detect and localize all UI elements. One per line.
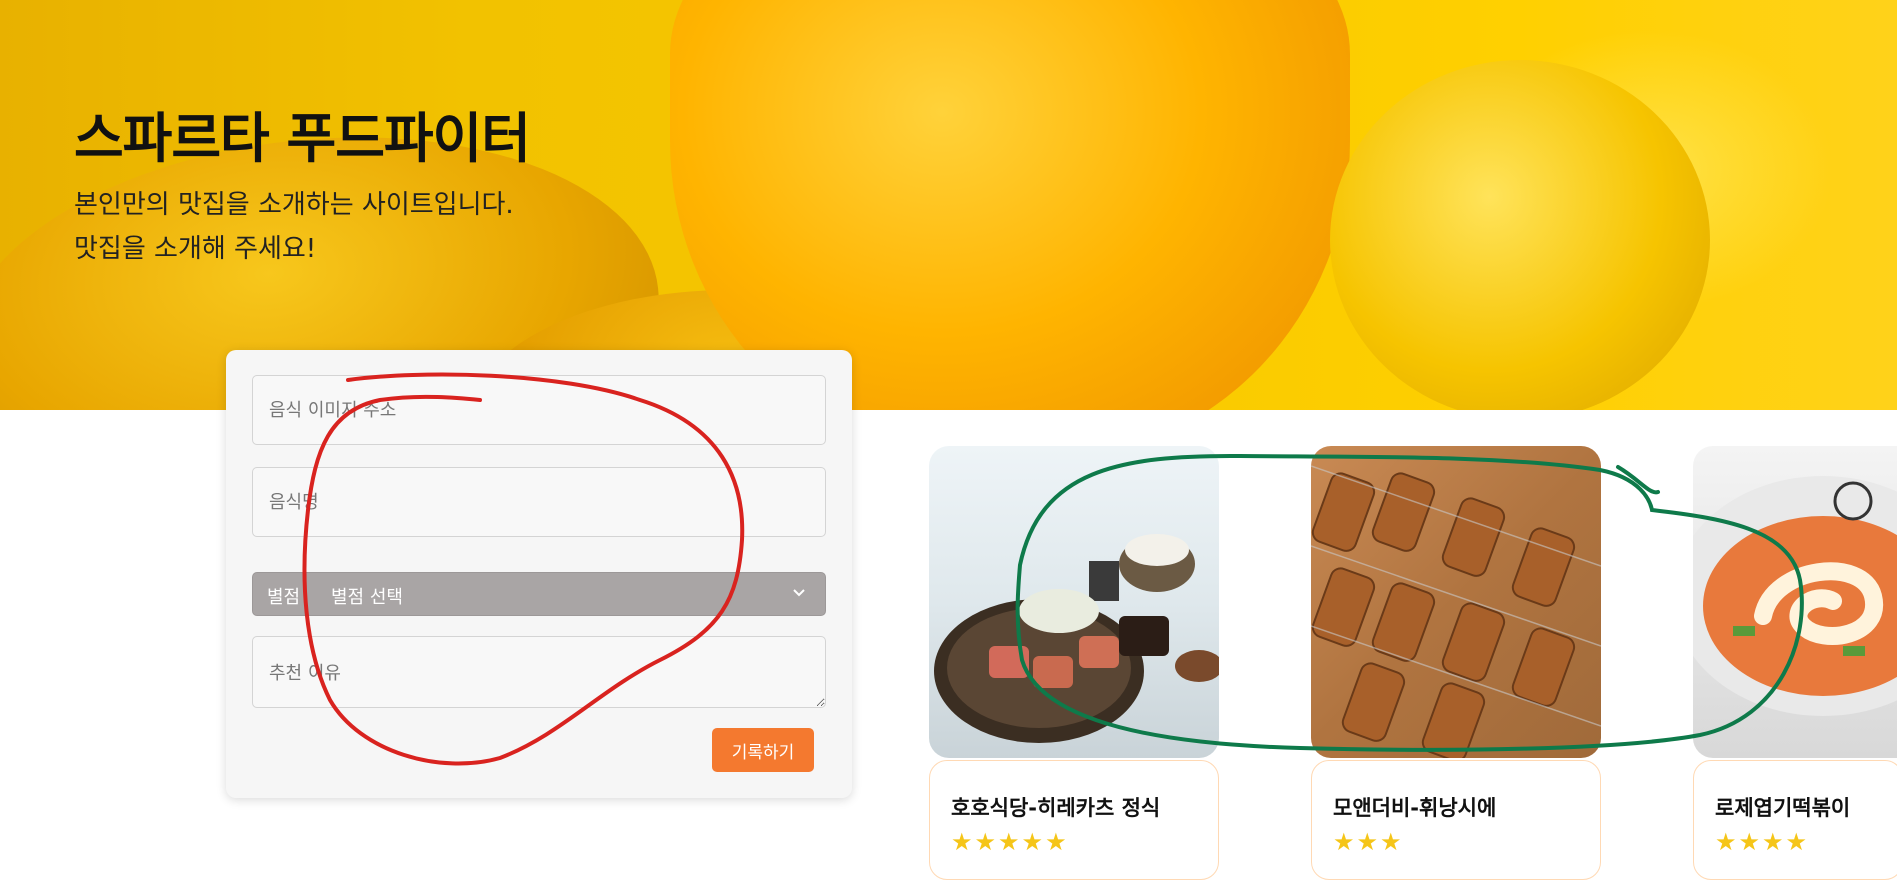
food-image [929,446,1219,758]
food-name-input[interactable] [252,467,826,537]
star-rating: ★★★★★ [951,828,1069,856]
submit-button[interactable]: 기록하기 [712,728,814,772]
rating-label: 별점 [267,587,301,608]
reason-textarea[interactable] [252,636,826,708]
hero-subtitle: 본인만의 맛집을 소개하는 사이트입니다. [74,190,514,220]
chevron-down-icon [793,589,805,597]
card-title: 호호식당-히레카츠 정식 [951,796,1161,820]
hero-subtitle: 맛집을 소개해 주세요! [74,234,317,264]
food-image [1693,446,1897,758]
hero-banner: 스파르타 푸드파이터 본인만의 맛집을 소개하는 사이트입니다. 맛집을 소개해… [0,0,1897,410]
rating-select[interactable]: 별점 별점 선택 [252,572,826,616]
star-rating: ★★★ [1333,828,1404,856]
lemon-image [1330,60,1710,410]
rating-selected-value: 별점 선택 [331,587,403,608]
star-rating: ★★★★ [1715,828,1810,856]
card-title: 로제엽기떡볶이 [1715,796,1851,820]
food-image [1311,446,1601,758]
image-url-input[interactable] [252,375,826,445]
restaurant-form: 별점 별점 선택 기록하기 [226,350,852,798]
page-title: 스파르타 푸드파이터 [74,107,531,170]
card-title: 모앤더비-휘낭시에 [1333,796,1497,820]
yellow-pepper-image [670,0,1350,410]
